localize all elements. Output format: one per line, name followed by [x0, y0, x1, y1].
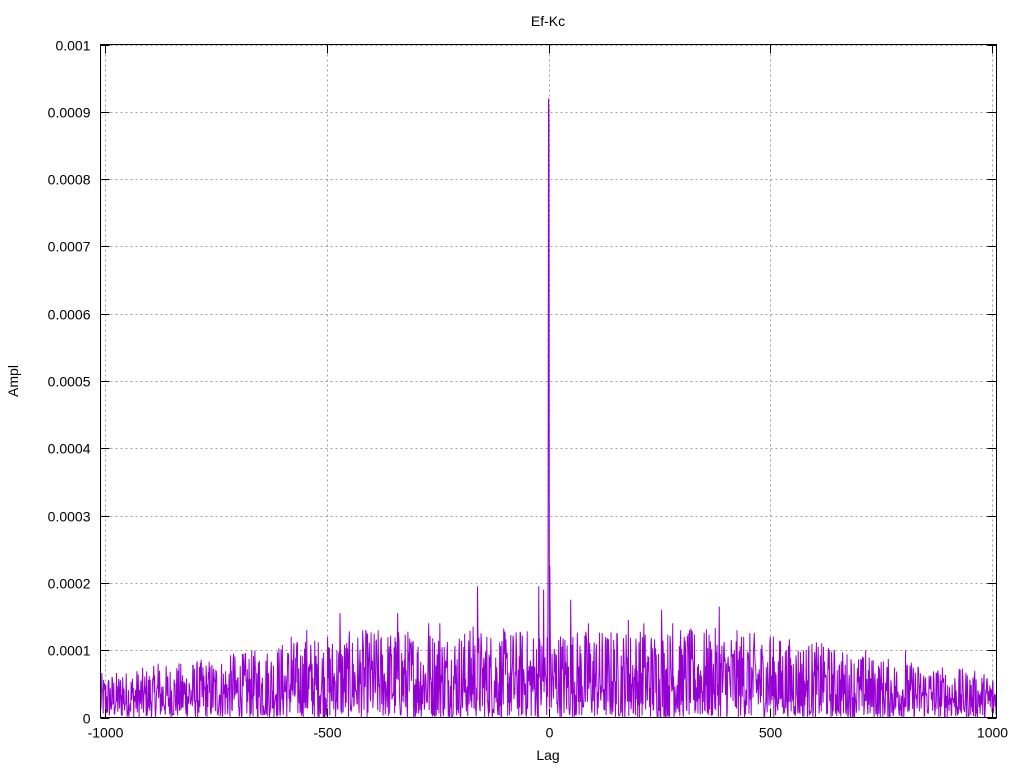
y-tick-label: 0.0009: [48, 105, 91, 121]
y-tick-labels: 0 0.0001 0.0002 0.0003 0.0004 0.0005 0.0006 0.0…: [48, 38, 91, 727]
chart-title: Ef-Kc: [531, 13, 565, 29]
y-axis-label: Ampl: [5, 365, 21, 397]
y-tick-label: 0.0002: [48, 576, 91, 592]
x-tick-label: -1000: [88, 725, 124, 741]
chart: -1000 -500 0 500 1000 0 0.0001 0.0002 0.0003 0.0…: [0, 0, 1024, 768]
y-tick-label: 0.001: [55, 38, 90, 54]
x-tick-labels: -1000 -500 0 500 1000: [88, 725, 1009, 741]
x-tick-label: -500: [313, 725, 341, 741]
chart-svg: -1000 -500 0 500 1000 0 0.0001 0.0002 0.0003 0.0…: [5, 13, 1009, 763]
series-layer: [100, 98, 997, 719]
x-tick-label: 1000: [977, 725, 1008, 741]
x-tick-label: 0: [546, 725, 554, 741]
series-line: [100, 98, 997, 719]
y-tick-label: 0.0007: [48, 239, 91, 255]
x-tick-label: 500: [759, 725, 783, 741]
y-tick-label: 0.0005: [48, 374, 91, 390]
y-tick-label: 0.0006: [48, 307, 91, 323]
x-axis-label: Lag: [536, 747, 559, 763]
y-tick-label: 0.0003: [48, 509, 91, 525]
y-tick-label: 0.0004: [48, 441, 91, 457]
y-tick-label: 0.0008: [48, 172, 91, 188]
y-tick-label: 0: [83, 711, 91, 727]
y-tick-label: 0.0001: [48, 643, 91, 659]
